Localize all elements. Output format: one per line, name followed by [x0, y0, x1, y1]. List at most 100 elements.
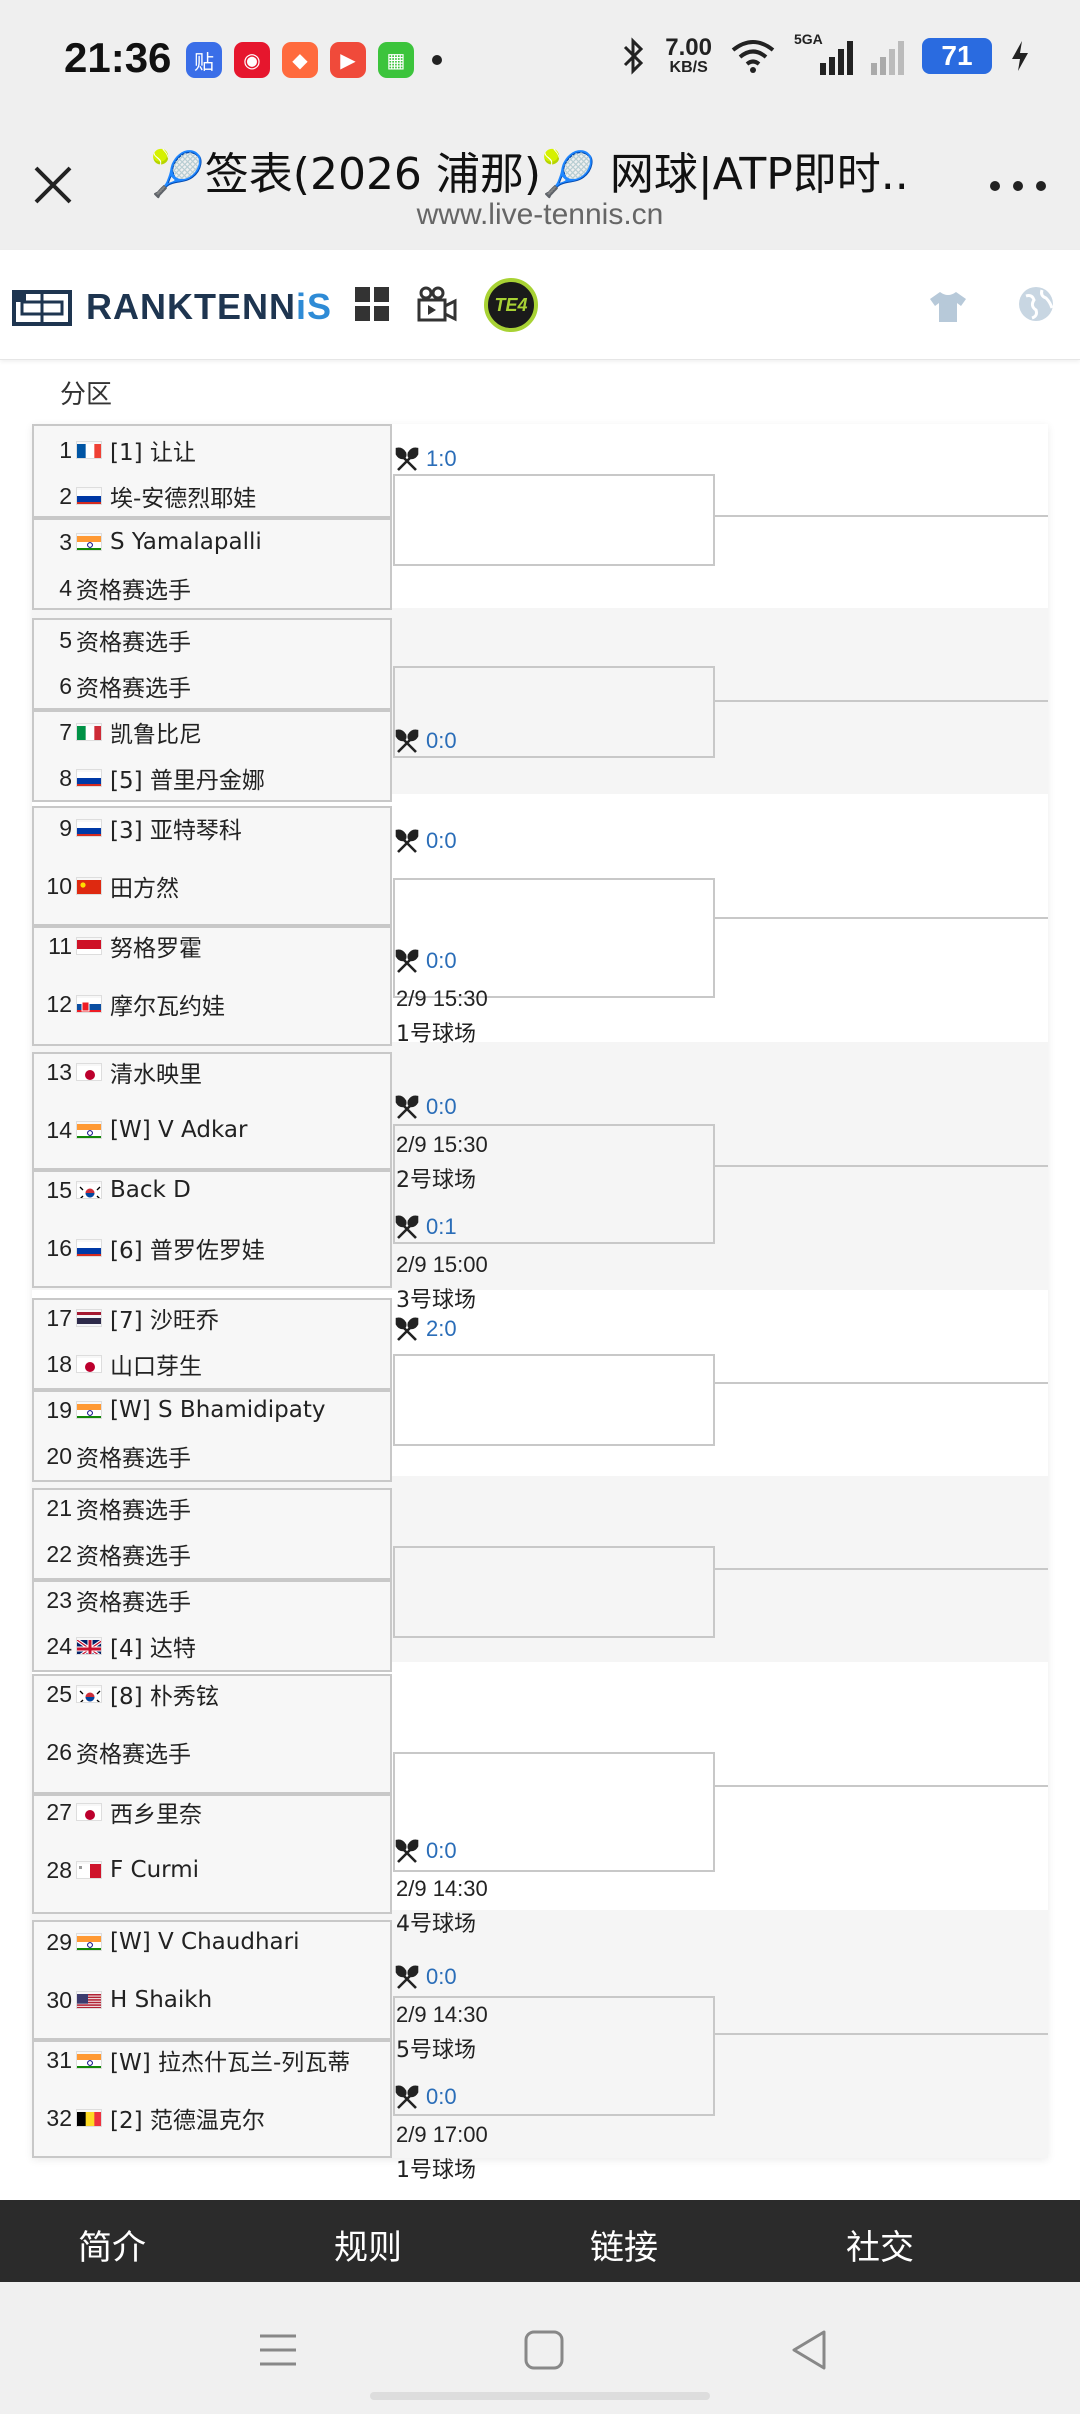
footer-link[interactable]: 规则 [334, 2220, 402, 2269]
player-entry[interactable]: 28 F Curmi [42, 1850, 199, 1890]
player-entry[interactable]: 26 资格赛选手 [42, 1732, 191, 1772]
draw-position-number: 3 [59, 528, 72, 555]
footer-link[interactable]: 链接 [590, 2220, 658, 2269]
match-score[interactable]: 0:1 [394, 1212, 457, 1242]
player-entry[interactable]: 15 Back D [42, 1170, 190, 1210]
tennis-rackets-icon [395, 2085, 419, 2109]
player-entry[interactable]: 11 努格罗霍 [42, 926, 202, 966]
match-court: 5号球场 [396, 2038, 476, 2063]
status-bar: 21:36 贴 ◉ ◆ ▶ ▦ 7.00 KB/S 5GA 71 [0, 0, 1080, 120]
match-score-value: 2:0 [426, 1316, 457, 1341]
player-entry[interactable]: 5 资格赛选手 [42, 620, 191, 660]
player-entry[interactable]: 23 资格赛选手 [42, 1580, 191, 1620]
grid-icon[interactable] [354, 286, 390, 322]
player-entry[interactable]: 19 [W] S Bhamidipaty [42, 1390, 325, 1430]
player-entry[interactable]: 17 [7] 沙旺乔 [42, 1298, 219, 1338]
player-name: 田方然 [110, 876, 179, 902]
flag-jp-icon [76, 1063, 102, 1081]
player-name: 西乡里奈 [110, 1802, 202, 1828]
page-title: 🎾签表(2026 浦那)🎾 网球|ATP即时... [150, 149, 910, 200]
site-footer: 简介 规则 链接 社交 [0, 2200, 1080, 2282]
player-entry[interactable]: 7 凯鲁比尼 [42, 712, 202, 752]
match-score[interactable]: 2:0 [394, 1314, 457, 1344]
ranktennis-logo-icon[interactable] [12, 288, 72, 328]
draw-position-number: 11 [48, 932, 72, 959]
shirt-icon[interactable] [928, 290, 968, 324]
match-score[interactable]: 0:0 [394, 726, 457, 756]
browser-toolbar: 🎾签表(2026 浦那)🎾 网球|ATP即时... www.live-tenni… [0, 120, 1080, 250]
flag-ru-icon [76, 1239, 102, 1257]
player-name: [7] 沙旺乔 [110, 1308, 219, 1334]
logo-text-accent: iS [296, 286, 333, 327]
draw-position-number: 20 [46, 1442, 72, 1469]
network-speed: 7.00 KB/S [665, 36, 712, 76]
player-entry[interactable]: 4 资格赛选手 [42, 568, 191, 608]
player-entry[interactable]: 14 [W] V Adkar [42, 1110, 247, 1150]
flag-ru-icon [76, 769, 102, 787]
match-score[interactable]: 0:0 [394, 1836, 457, 1866]
match-score[interactable]: 0:0 [394, 826, 457, 856]
back-icon[interactable] [780, 2322, 840, 2378]
footer-link[interactable]: 简介 [78, 2220, 146, 2269]
tennis-rackets-icon [395, 1839, 419, 1863]
more-notifications-dot [432, 55, 442, 65]
more-options-button[interactable] [990, 176, 1046, 196]
home-icon[interactable] [514, 2322, 574, 2378]
flag-kr-icon [76, 1685, 102, 1703]
match-time: 2/9 14:30 [396, 2002, 488, 2027]
second-round-bracket [393, 474, 715, 566]
player-name: [8] 朴秀铉 [110, 1684, 219, 1710]
player-entry[interactable]: 30 H Shaikh [42, 1980, 212, 2020]
player-entry[interactable]: 27 西乡里奈 [42, 1792, 202, 1832]
flag-be-icon [76, 2109, 102, 2127]
flag-sk-icon [76, 995, 102, 1013]
match-court: 1号球场 [396, 1022, 476, 1047]
match-score[interactable]: 0:0 [394, 1962, 457, 1992]
player-entry[interactable]: 31 [W] 拉杰什瓦兰-列瓦蒂 [42, 2040, 350, 2080]
draw-position-number: 13 [46, 1058, 72, 1085]
site-logo-text[interactable]: RANKTENNiS [86, 286, 332, 328]
te4-badge[interactable]: TE4 [484, 278, 538, 332]
player-name: 资格赛选手 [76, 630, 191, 656]
match-score[interactable]: 0:0 [394, 946, 457, 976]
player-entry[interactable]: 2 埃-安德烈耶娃 [42, 476, 256, 516]
player-entry[interactable]: 1 [1] 让让 [42, 430, 196, 470]
player-entry[interactable]: 12 摩尔瓦约娃 [42, 984, 225, 1024]
draw-position-number: 2 [59, 482, 72, 509]
signal-label: 5GA [794, 31, 823, 47]
player-entry[interactable]: 21 资格赛选手 [42, 1488, 191, 1528]
bracket-connector-line [715, 1568, 1048, 1570]
player-name: [1] 让让 [110, 440, 196, 466]
player-entry[interactable]: 16 [6] 普罗佐罗娃 [42, 1228, 264, 1268]
player-entry[interactable]: 18 山口芽生 [42, 1344, 202, 1384]
player-entry[interactable]: 24 [4] 达特 [42, 1626, 195, 1666]
player-entry[interactable]: 20 资格赛选手 [42, 1436, 191, 1476]
globe-icon[interactable] [1016, 284, 1056, 324]
bracket-connector-line [715, 1165, 1048, 1167]
footer-link[interactable]: 社交 [846, 2220, 914, 2269]
player-name: F Curmi [110, 1857, 200, 1883]
match-time: 2/9 14:30 [396, 1876, 488, 1901]
player-entry[interactable]: 22 资格赛选手 [42, 1534, 191, 1574]
match-score[interactable]: 0:0 [394, 2082, 457, 2112]
player-name: 摩尔瓦约娃 [110, 994, 225, 1020]
player-entry[interactable]: 29 [W] V Chaudhari [42, 1922, 299, 1962]
player-entry[interactable]: 32 [2] 范德温克尔 [42, 2098, 264, 2138]
match-score[interactable]: 1:0 [394, 444, 457, 474]
player-entry[interactable]: 6 资格赛选手 [42, 666, 191, 706]
page-url[interactable]: www.live-tennis.cn [0, 198, 1080, 232]
player-entry[interactable]: 3 S Yamalapalli [42, 522, 262, 562]
player-entry[interactable]: 13 清水映里 [42, 1052, 202, 1092]
player-entry[interactable]: 8 [5] 普里丹金娜 [42, 758, 265, 798]
flag-in-icon [76, 1121, 102, 1139]
video-camera-icon[interactable] [416, 286, 458, 324]
player-name: 努格罗霍 [110, 936, 202, 962]
draw-position-number: 30 [46, 1986, 72, 2013]
match-score[interactable]: 0:0 [394, 1092, 457, 1122]
menu-icon[interactable] [248, 2322, 308, 2378]
player-name: 埃-安德烈耶娃 [110, 486, 257, 512]
player-entry[interactable]: 25 [8] 朴秀铉 [42, 1674, 219, 1714]
flag-id-icon [76, 937, 102, 955]
player-entry[interactable]: 10 田方然 [42, 866, 179, 906]
player-entry[interactable]: 9 [3] 亚特琴科 [42, 808, 242, 848]
